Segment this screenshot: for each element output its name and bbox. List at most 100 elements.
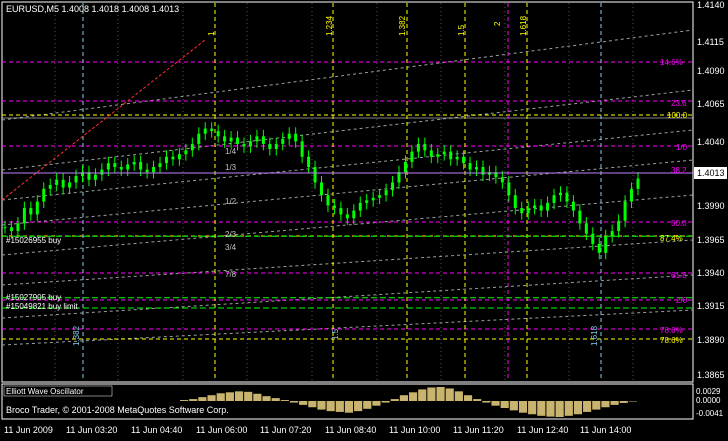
fan-line	[1, 239, 694, 286]
fib-level-label: 14.6%	[660, 58, 683, 67]
fib-time-label: 1	[207, 31, 216, 36]
candle-body	[468, 163, 472, 170]
oscillator-bar	[372, 401, 381, 406]
oscillator-bar	[518, 401, 528, 413]
candle-body	[281, 138, 285, 144]
candle-body	[242, 143, 246, 147]
candle-body	[416, 143, 420, 152]
candle-body	[371, 197, 375, 201]
candlestick-series	[3, 122, 640, 260]
oscillator-bar	[583, 401, 592, 412]
fan-line	[1, 274, 694, 319]
price-tick: 1.3990	[697, 201, 725, 211]
candle-body	[158, 163, 162, 168]
oscillator-bar	[555, 401, 564, 417]
oscillator-bar	[418, 389, 427, 401]
candle-body	[636, 178, 640, 189]
oscillator-bar	[409, 392, 418, 401]
fan-line	[1, 89, 694, 171]
oscillator-bar	[308, 401, 317, 408]
candle-body	[42, 188, 46, 202]
fan-label: 1/3	[225, 163, 237, 172]
price-tick: 1.3915	[697, 301, 725, 311]
price-chart[interactable]: EURUSD,M5 1.4008 1.4018 1.4008 1.4013 1 …	[0, 0, 728, 437]
fan-label: 1/4	[225, 147, 237, 156]
oscillator-bar	[344, 401, 354, 413]
candle-body	[171, 156, 175, 160]
oscillator-bar	[573, 401, 583, 415]
indicator-name: Elliott Wave Oscillator	[6, 387, 84, 396]
fan-label: 7/8	[225, 270, 237, 279]
fib-time-label: 1.5	[457, 24, 466, 36]
oscillator-bar	[216, 393, 225, 401]
candle-body	[236, 137, 240, 144]
price-tick: 1.4040	[697, 137, 725, 147]
candle-body	[597, 243, 601, 253]
oscillator-bar	[546, 401, 555, 417]
candle-body	[100, 169, 104, 175]
oscillator-bar	[198, 397, 207, 401]
candle-body	[539, 205, 543, 211]
price-tick: 1.4090	[697, 66, 725, 76]
copyright-text: Broco Trader, © 2001-2008 MetaQuotes Sof…	[6, 405, 229, 415]
trading-chart-window[interactable]: EURUSD,M5 1.4008 1.4018 1.4008 1.4013 1 …	[0, 0, 728, 437]
oscillator-bar	[610, 401, 619, 405]
oscillator-bar	[537, 401, 546, 416]
oscillator-bar	[399, 395, 408, 401]
candle-body	[307, 156, 311, 168]
time-tick: 11 Jun 2009	[4, 425, 53, 435]
candle-body	[261, 136, 265, 144]
oscillator-bar	[234, 391, 244, 401]
order-label[interactable]: #15027905 buy	[6, 293, 61, 302]
candle-body	[436, 154, 440, 157]
candle-body	[106, 163, 110, 170]
candle-body	[410, 151, 414, 162]
candle-body	[119, 167, 123, 170]
candle-body	[352, 210, 356, 219]
trendline[interactable]	[1, 39, 206, 201]
order-label[interactable]: #15026955 buy	[6, 236, 61, 245]
candle-body	[274, 143, 278, 150]
candle-body	[507, 182, 511, 196]
time-tick: 11 Jun 12:40	[517, 425, 568, 435]
candle-body	[93, 174, 97, 180]
candle-body	[223, 136, 227, 142]
candle-body	[184, 150, 188, 155]
candle-body	[255, 136, 259, 142]
candle-body	[48, 184, 52, 189]
fib-time-label: 1.618	[519, 15, 528, 36]
time-tick: 11 Jun 07:20	[260, 425, 311, 435]
candle-body	[203, 128, 207, 134]
fib-level-label: 87.4%	[660, 234, 683, 243]
candle-body	[16, 223, 20, 232]
price-tick: 1.3890	[697, 335, 725, 345]
candle-body	[300, 141, 304, 157]
candle-body	[287, 133, 291, 139]
candle-body	[391, 182, 395, 191]
oscillator-bar	[436, 387, 445, 401]
candle-body	[164, 156, 168, 164]
oscillator-bar	[271, 398, 280, 401]
time-axis: 11 Jun 2009 11 Jun 03:20 11 Jun 04:40 11…	[4, 425, 631, 435]
candle-body	[630, 188, 634, 202]
fib-level-label: 38.2	[671, 166, 687, 175]
candle-body	[403, 161, 407, 173]
order-label[interactable]: #15049821 buy limit	[6, 302, 78, 311]
oscillator-bar	[454, 391, 463, 401]
candle-body	[565, 192, 569, 202]
candle-body	[378, 195, 382, 198]
candle-body	[500, 177, 504, 183]
fan-label: 1/2	[225, 197, 237, 206]
candle-body	[546, 202, 550, 211]
candle-body	[139, 161, 143, 170]
oscillator-bar	[528, 401, 537, 415]
fib-level-label: 1/0	[676, 143, 688, 152]
oscillator-bar	[473, 399, 482, 401]
candle-body	[248, 141, 252, 147]
oscillator-bar	[299, 401, 308, 405]
candle-body	[35, 201, 39, 215]
oscillator-bar	[491, 401, 500, 406]
candle-body	[3, 227, 7, 229]
candle-body	[22, 208, 26, 224]
indicator-tick: -0.0041	[696, 409, 724, 418]
